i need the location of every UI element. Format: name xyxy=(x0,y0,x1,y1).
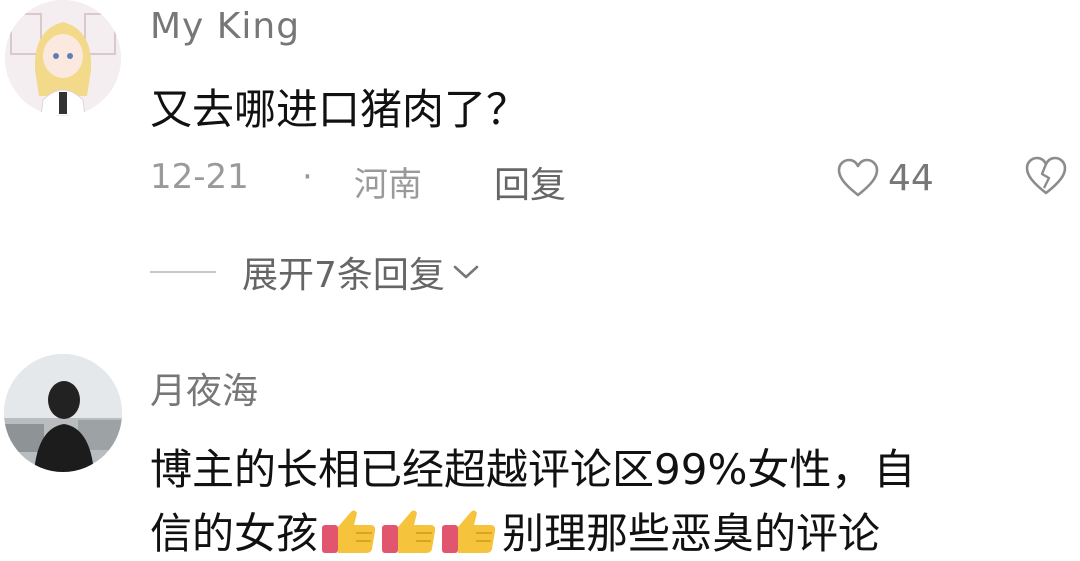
expand-replies-button[interactable]: 展开7条回复 xyxy=(150,250,481,296)
thumbs-up-emoji-icon xyxy=(382,510,436,553)
reply-button[interactable]: 回复 xyxy=(494,156,566,208)
comment-username[interactable]: 月夜海 xyxy=(150,362,258,414)
comment-text-line: 博主的长相已经超越评论区99%女性，自 xyxy=(150,445,916,494)
comment-date: 12-21 xyxy=(150,157,249,197)
avatar[interactable] xyxy=(5,0,121,116)
dislike-button[interactable] xyxy=(1024,156,1068,200)
emoji-group xyxy=(320,507,500,555)
like-count: 44 xyxy=(888,157,934,199)
expand-replies-label: 展开7条回复 xyxy=(242,255,445,296)
thumbs-up-emoji-icon xyxy=(442,510,496,553)
person-silhouette-avatar xyxy=(4,354,122,472)
divider-line xyxy=(150,271,216,273)
comment-username[interactable]: My King xyxy=(150,6,300,47)
broken-heart-icon xyxy=(1025,156,1067,195)
heart-outline-icon xyxy=(837,158,879,197)
avatar[interactable] xyxy=(4,354,122,472)
comment-text-segment: 信的女孩 xyxy=(150,509,319,558)
comment-text-line: 信的女孩 别理那些恶臭的评论 xyxy=(150,500,880,561)
like-button[interactable]: 44 xyxy=(836,156,934,200)
anime-girl-avatar xyxy=(5,0,121,116)
meta-separator: · xyxy=(302,157,313,197)
thumbs-up-emoji-icon xyxy=(322,510,376,553)
comment-text: 又去哪进口猪肉了？ xyxy=(150,85,529,134)
comment-text-segment: 别理那些恶臭的评论 xyxy=(502,509,881,558)
chevron-down-icon xyxy=(453,265,479,279)
comment-location: 河南 xyxy=(354,165,422,205)
